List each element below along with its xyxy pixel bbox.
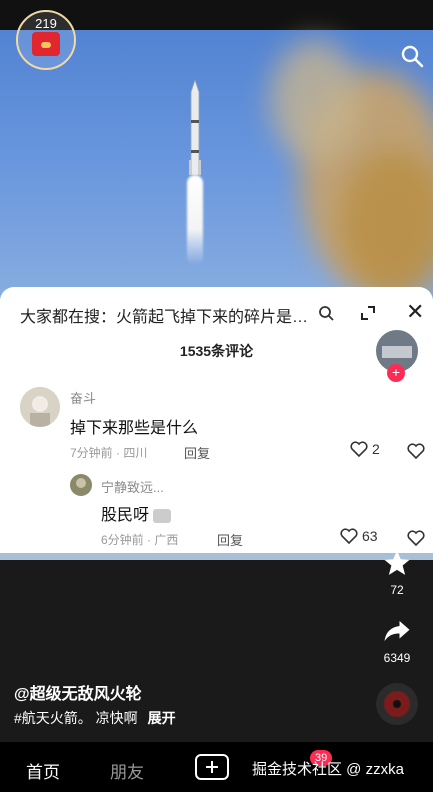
favorite-count: 72 (390, 583, 404, 597)
search-icon[interactable] (400, 44, 424, 68)
avatar[interactable] (20, 387, 60, 427)
tab-friends[interactable]: 朋友 (110, 758, 144, 783)
emoji-sticker-icon (153, 508, 172, 523)
red-packet-button[interactable]: 219 (16, 10, 76, 70)
comment-meta: 7分钟前 · 四川 (70, 446, 148, 460)
comment-nickname[interactable]: 宁静致远... (101, 477, 164, 496)
create-post-button[interactable] (195, 754, 229, 780)
expand-caption-button[interactable]: 展开 (148, 710, 176, 726)
reply-button[interactable]: 回复 (184, 443, 210, 462)
like-count: 63 (362, 528, 378, 544)
comment-meta: 6分钟前 · 广西 (101, 533, 179, 547)
music-disc-button[interactable] (372, 682, 422, 731)
caption: #航天火箭。 凉快啊 展开 (14, 708, 176, 728)
music-disc-icon (376, 683, 418, 725)
red-packet-icon (32, 32, 60, 56)
author-name[interactable]: @超级无敌风火轮 (14, 680, 142, 704)
share-button[interactable]: 6349 (372, 616, 422, 665)
comment-count: 1535条评论 (179, 343, 254, 359)
like-count: 2 (372, 441, 380, 457)
share-count: 6349 (383, 651, 411, 665)
search-suggestion[interactable]: 大家都在搜：火箭起飞掉下来的碎片是… (20, 303, 330, 327)
comment-text-body: 股民呀 (101, 507, 150, 524)
star-icon (384, 550, 410, 575)
smoke-cloud (270, 40, 360, 160)
red-packet-count: 219 (35, 16, 57, 31)
favorite-button[interactable]: 72 (372, 548, 422, 597)
comment-nickname[interactable]: 奋斗 (70, 388, 96, 407)
share-arrow-icon (384, 621, 410, 641)
expand-icon[interactable] (360, 305, 376, 321)
dislike-icon[interactable] (407, 530, 425, 546)
comment-text: 股民呀 (101, 501, 172, 525)
reply-button[interactable]: 回复 (217, 530, 243, 549)
avatar[interactable] (70, 474, 92, 496)
tab-home[interactable]: 首页 (26, 758, 60, 783)
rocket-plume (187, 175, 203, 265)
heart-icon (340, 528, 358, 544)
plus-icon (206, 761, 218, 773)
rocket-image (189, 80, 201, 176)
comment-sheet: 大家都在搜：火箭起飞掉下来的碎片是… ✕ 1535条评论 奋斗 掉下来那些是什么… (0, 287, 433, 553)
close-icon[interactable]: ✕ (406, 301, 424, 323)
like-button[interactable]: 2 (350, 441, 380, 457)
like-button[interactable]: 63 (340, 528, 378, 544)
dislike-icon[interactable] (407, 443, 425, 459)
follow-plus-icon[interactable]: + (387, 364, 405, 382)
comment-text: 掉下来那些是什么 (70, 420, 199, 437)
caption-text: #航天火箭。 凉快啊 (14, 710, 138, 726)
watermark-text: 掘金技术社区 @ zzxka (252, 761, 404, 778)
heart-icon (350, 441, 368, 457)
creator-avatar-button[interactable]: + (372, 328, 422, 382)
search-icon[interactable] (318, 305, 334, 321)
